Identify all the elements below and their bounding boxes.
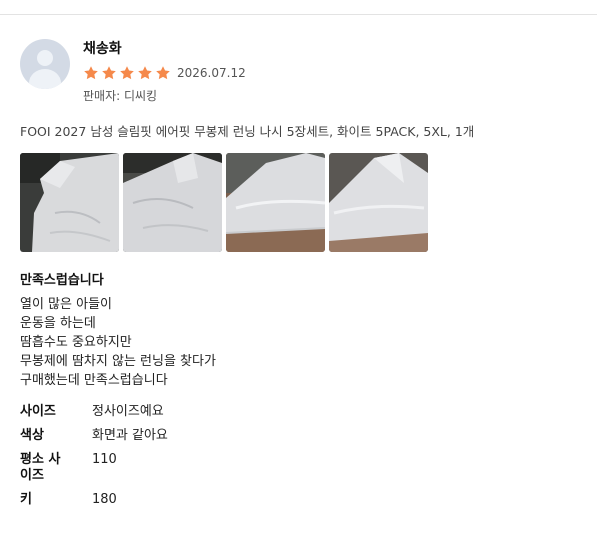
survey-answer: 정사이즈예요 — [92, 404, 164, 419]
survey-row-color: 색상 화면과 같아요 — [20, 428, 168, 452]
review-date: 2026.07.12 — [177, 66, 246, 80]
review-body-line: 구매했는데 만족스럽습니다 — [20, 373, 168, 388]
star-icon — [120, 66, 134, 80]
review-photo-1[interactable] — [20, 153, 119, 252]
survey-row-height: 키 180 — [20, 492, 168, 512]
review-meta: 채송화 2026.07.12 판매자: 디씨킹 — [83, 39, 246, 104]
review-photo-3[interactable] — [226, 153, 325, 252]
star-icon — [102, 66, 116, 80]
review-photo-2[interactable] — [123, 153, 222, 252]
review-body-line: 땀흡수도 중요하지만 — [20, 335, 132, 350]
survey-row-usual-size: 평소 사 이즈 110 — [20, 452, 168, 492]
avatar — [20, 39, 70, 89]
survey-answer: 180 — [92, 492, 117, 507]
review-body-line: 운동을 하는데 — [20, 316, 96, 331]
star-icon — [156, 66, 170, 80]
review-photos — [20, 153, 432, 252]
survey-row-size: 사이즈 정사이즈예요 — [20, 404, 168, 428]
survey-question: 키 — [20, 492, 32, 507]
star-rating — [83, 65, 173, 81]
product-name: FOOI 2027 남성 슬림핏 에어핏 무봉제 런닝 나시 5장세트, 화이트… — [20, 124, 475, 139]
review-photo-4[interactable] — [329, 153, 428, 252]
review-body-line: 열이 많은 아들이 — [20, 297, 112, 312]
star-icon — [84, 66, 98, 80]
author-name: 채송화 — [83, 41, 122, 57]
survey-question: 평소 사 이즈 — [20, 452, 61, 483]
rating-row: 2026.07.12 — [83, 65, 246, 81]
review-headline: 만족스럽습니다 — [20, 273, 104, 288]
review-survey: 사이즈 정사이즈예요 색상 화면과 같아요 평소 사 이즈 110 키 180 — [20, 404, 168, 512]
review-header: 채송화 2026.07.12 판매자: 디씨킹 — [20, 39, 246, 104]
star-icon — [138, 66, 152, 80]
survey-question: 사이즈 — [20, 404, 56, 419]
seller-name: 판매자: 디씨킹 — [83, 89, 158, 103]
review-body: 열이 많은 아들이 운동을 하는데 땀흡수도 중요하지만 무봉제에 땀차지 않는… — [20, 295, 216, 390]
review-body-line: 무봉제에 땀차지 않는 런닝을 찾다가 — [20, 354, 216, 369]
survey-question: 색상 — [20, 428, 44, 443]
survey-answer: 110 — [92, 452, 117, 467]
top-divider — [0, 14, 597, 15]
survey-answer: 화면과 같아요 — [92, 428, 168, 443]
